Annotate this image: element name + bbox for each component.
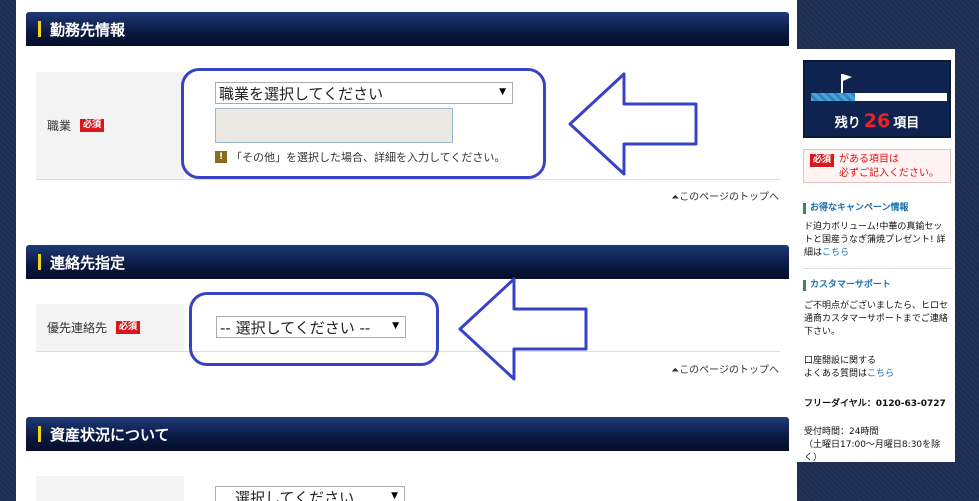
remaining-suffix: 項目 [893,116,920,131]
faq-link[interactable]: こちら [867,369,894,379]
required-note-line1: がある項目は [839,154,900,165]
form-main: 勤務先情報 職業 必須 職業を選択してください ▼ ! 「その他」を選択した場合… [16,0,797,501]
progress-fill [811,93,855,101]
campaign-link[interactable]: こちら [822,248,849,258]
annotation-highlight-occupation [181,68,546,179]
required-badge: 必須 [116,321,141,334]
support-text: ご不明点がございましたら、ヒロセ通商カスタマーサポートまでご連絡下さい。 [804,301,949,337]
assets-select[interactable]: 選択してください ▼ [215,486,405,501]
faq-text: 口座開設に関する よくある質問はこちら [804,356,895,379]
campaign-title: お得なキャンペーン情報 [803,203,909,214]
divider [803,268,951,269]
section-title: 連絡先指定 [50,253,126,272]
section-header-contact: 連絡先指定 [26,245,789,279]
remaining-count: 26 [863,110,891,132]
assets-select-value: 選択してください [235,488,355,501]
up-triangle-icon: ⏶ [671,365,680,376]
required-note-line2: 必ずご記入ください。 [839,168,939,179]
occupation-label-cell: 職業 必須 [36,72,184,179]
required-badge: 必須 [80,119,105,132]
page-top-link[interactable]: ⏶このページのトップへ [576,361,779,376]
remaining-items-counter: 残り 26 項目 [803,60,951,138]
remaining-prefix: 残り [834,116,861,131]
sidebar: 残り 26 項目 必須 がある項目は 必ずご記入ください。 お得なキャンペーン情報 ド… [797,49,955,463]
remaining-text: 残り 26 項目 [805,110,949,132]
preferred-contact-label-cell: 優先連絡先 必須 [36,304,184,351]
header-accent-bar [38,21,41,37]
annotation-arrow-occupation [568,72,698,176]
assets-label-cell [36,476,184,501]
required-badge: 必須 [810,154,835,167]
annotation-arrow-contact [458,277,588,381]
assets-row: 選択してください ▼ [36,476,780,501]
support-title: カスタマーサポート [803,280,891,291]
header-accent-bar [38,426,41,442]
freedial-number: フリーダイヤル：0120-63-0727 [804,399,946,409]
campaign-text: ド迫力ボリューム!中華の真鍮セットと国産うなぎ蒲焼プレゼント! 詳細はこちら [804,222,946,258]
up-triangle-icon: ⏶ [671,192,680,203]
preferred-contact-label: 優先連絡先 [47,321,108,335]
support-hours: 受付時間：24時間 （土曜日17:00～月曜日8:30を除く） [804,427,941,463]
section-header-workplace: 勤務先情報 [26,12,789,46]
required-notice: 必須 がある項目は 必ずご記入ください。 [803,149,951,183]
annotation-highlight-contact [189,292,439,366]
section-title: 勤務先情報 [50,20,126,39]
occupation-label: 職業 [47,119,72,133]
page-top-link[interactable]: ⏶このページのトップへ [576,188,779,203]
progress-bar [811,93,947,101]
section-title: 資産状況について [50,425,170,444]
header-accent-bar [38,254,41,270]
dropdown-arrow-icon: ▼ [391,491,398,501]
section-header-assets: 資産状況について [26,417,789,451]
